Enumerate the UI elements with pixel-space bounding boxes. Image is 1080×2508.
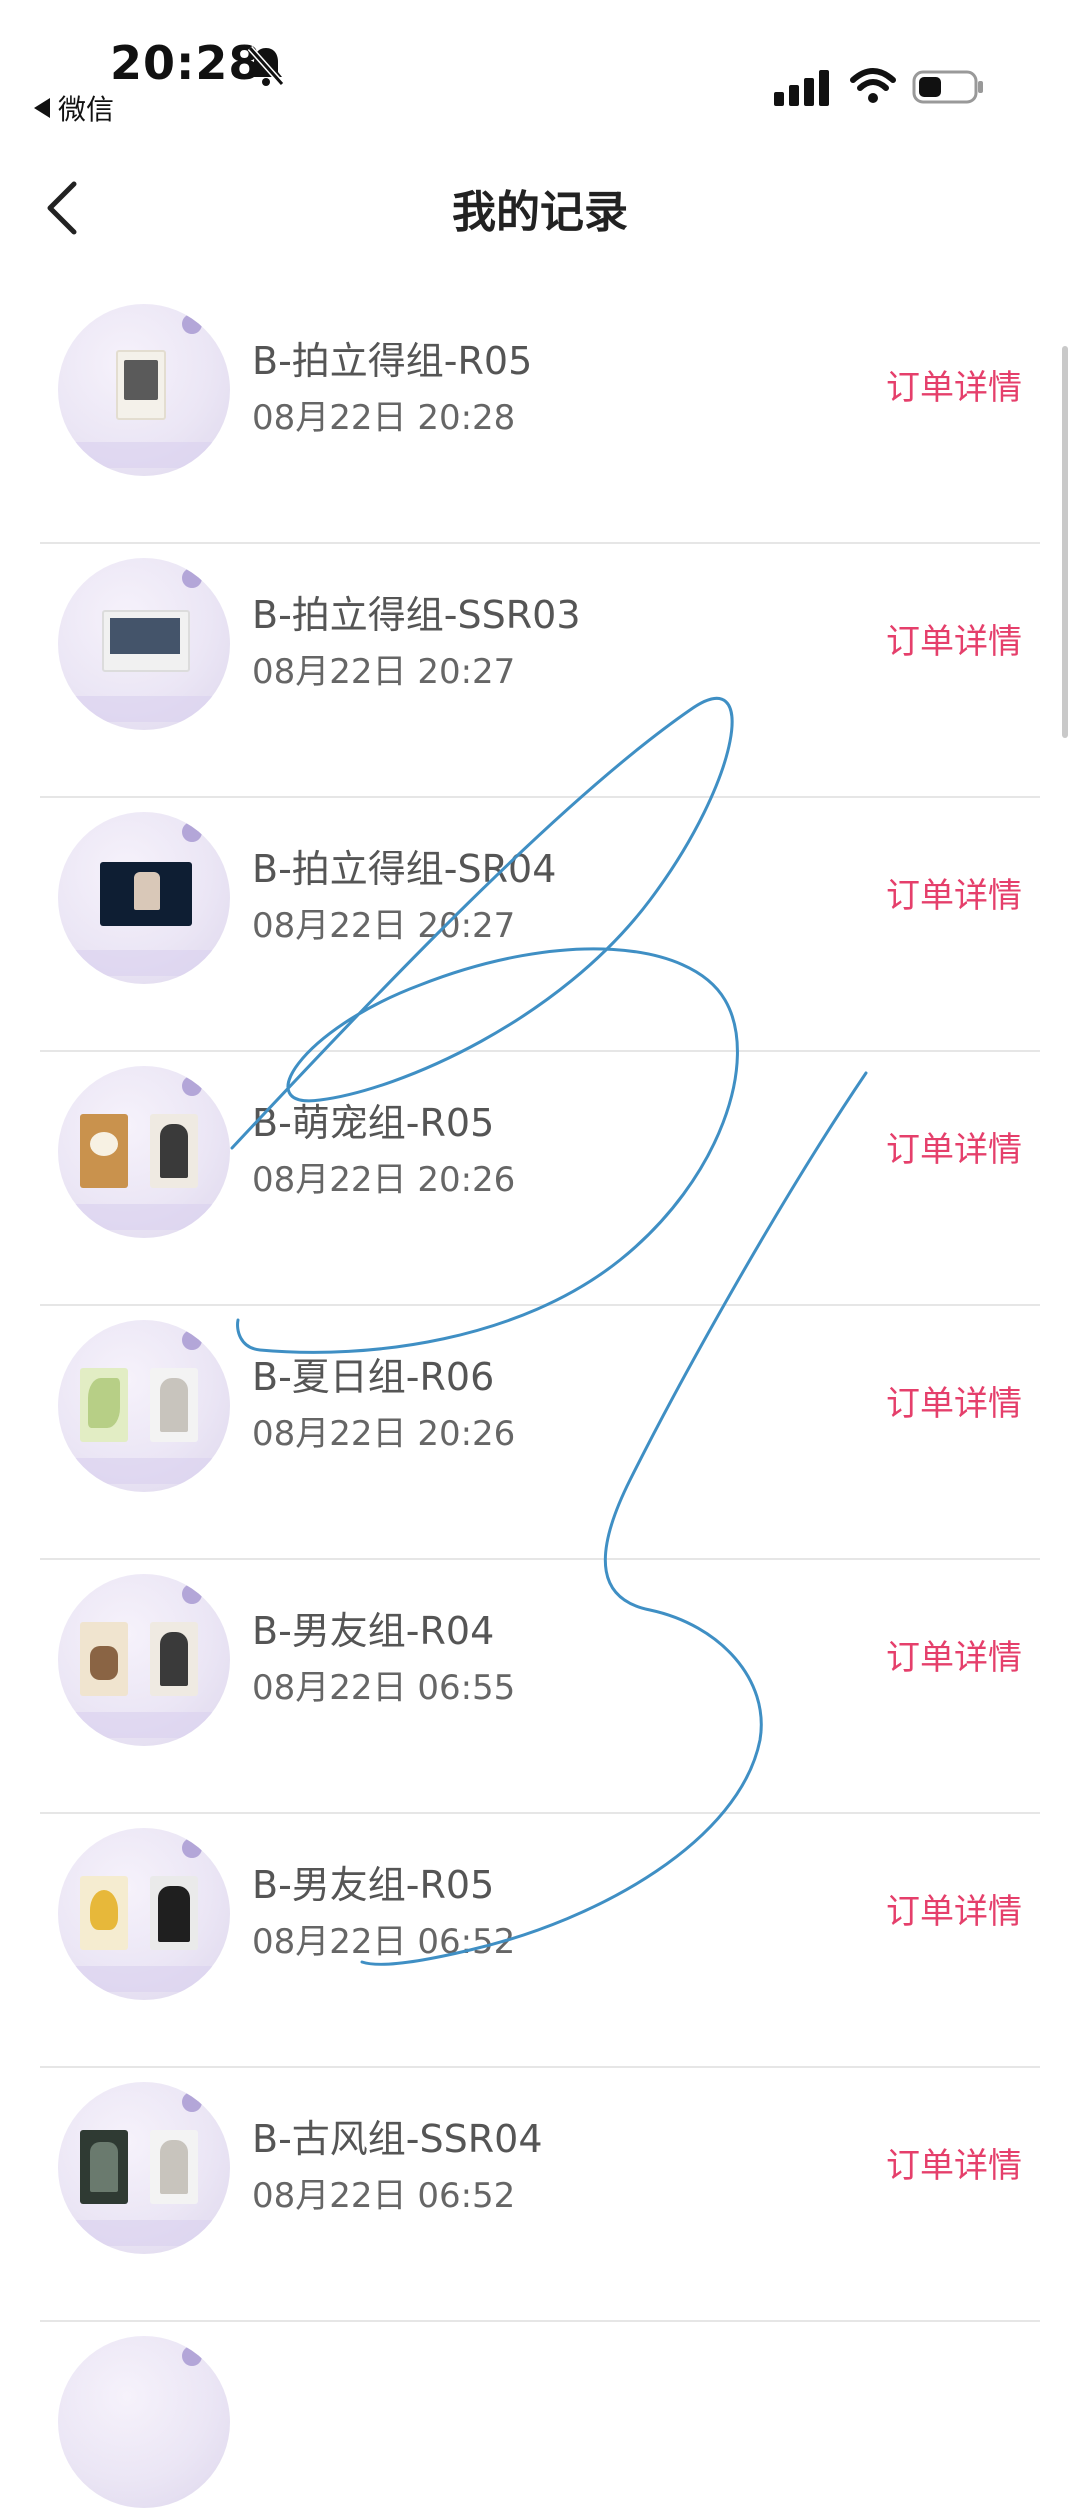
record-thumbnail (58, 2082, 230, 2254)
list-item[interactable]: B-拍立得组-SR04 08月22日 20:27 订单详情 (0, 798, 1080, 1052)
record-thumbnail (58, 1828, 230, 2000)
record-date: 08月22日 20:27 (252, 906, 516, 946)
record-name: B-古风组-SSR04 (252, 2117, 543, 2161)
back-to-wechat[interactable]: 微信 (34, 88, 114, 128)
record-name: B-萌宠组-R05 (252, 1101, 495, 1145)
order-detail-link[interactable]: 订单详情 (886, 360, 1022, 409)
order-detail-link[interactable]: 订单详情 (886, 2138, 1022, 2187)
back-app-label: 微信 (58, 93, 115, 126)
nav-header: 我的记录 (0, 150, 1080, 270)
list-item[interactable]: B-夏日组-R06 08月22日 20:26 订单详情 (0, 1306, 1080, 1560)
record-date: 08月22日 06:52 (252, 2176, 516, 2216)
list-item[interactable]: B-男友组-R04 08月22日 06:55 订单详情 (0, 1560, 1080, 1814)
record-date: 08月22日 06:52 (252, 1922, 516, 1962)
status-bar: 20:28 微信 (0, 0, 1080, 150)
record-name: B-拍立得组-SR04 (252, 847, 557, 891)
record-thumbnail (58, 558, 230, 730)
scrollbar[interactable] (1062, 346, 1068, 738)
record-name: B-拍立得组-R05 (252, 339, 533, 383)
battery-icon (912, 70, 983, 104)
bell-muted-icon (247, 46, 285, 86)
record-thumbnail (58, 304, 230, 476)
list-item[interactable]: B-萌宠组-R05 08月22日 20:26 订单详情 (0, 1052, 1080, 1306)
back-triangle-icon (34, 98, 50, 118)
order-detail-link[interactable]: 订单详情 (886, 868, 1022, 917)
page-title: 我的记录 (452, 187, 628, 238)
record-name: B-拍立得组-SSR03 (252, 593, 581, 637)
list-item[interactable]: B-古风组-SSR04 08月22日 06:52 订单详情 (0, 2068, 1080, 2322)
record-date: 08月22日 20:26 (252, 1414, 516, 1454)
list-item[interactable]: B-拍立得组-R05 08月22日 20:28 订单详情 (0, 290, 1080, 544)
wifi-icon (850, 68, 896, 103)
record-name: B-男友组-R05 (252, 1863, 495, 1907)
record-list: B-拍立得组-R05 08月22日 20:28 订单详情 B-拍立得组-SSR0… (0, 290, 1080, 2508)
order-detail-link[interactable]: 订单详情 (886, 1630, 1022, 1679)
record-date: 08月22日 20:28 (252, 398, 516, 438)
list-item[interactable]: B-拍立得组-SSR03 08月22日 20:27 订单详情 (0, 544, 1080, 798)
record-name: B-男友组-R04 (252, 1609, 495, 1653)
record-date: 08月22日 20:27 (252, 652, 516, 692)
record-thumbnail (58, 2336, 230, 2508)
record-thumbnail (58, 812, 230, 984)
list-item[interactable]: B-男友组-R05 08月22日 06:52 订单详情 (0, 1814, 1080, 2068)
record-thumbnail (58, 1066, 230, 1238)
record-date: 08月22日 20:26 (252, 1160, 516, 1200)
list-item-partial[interactable] (0, 2322, 1080, 2508)
signal-icon (774, 70, 829, 106)
status-time: 20:28 (110, 36, 262, 90)
order-detail-link[interactable]: 订单详情 (886, 1122, 1022, 1171)
order-detail-link[interactable]: 订单详情 (886, 1376, 1022, 1425)
record-thumbnail (58, 1320, 230, 1492)
order-detail-link[interactable]: 订单详情 (886, 1884, 1022, 1933)
record-thumbnail (58, 1574, 230, 1746)
order-detail-link[interactable]: 订单详情 (886, 614, 1022, 663)
record-name: B-夏日组-R06 (252, 1355, 495, 1399)
record-date: 08月22日 06:55 (252, 1668, 516, 1708)
